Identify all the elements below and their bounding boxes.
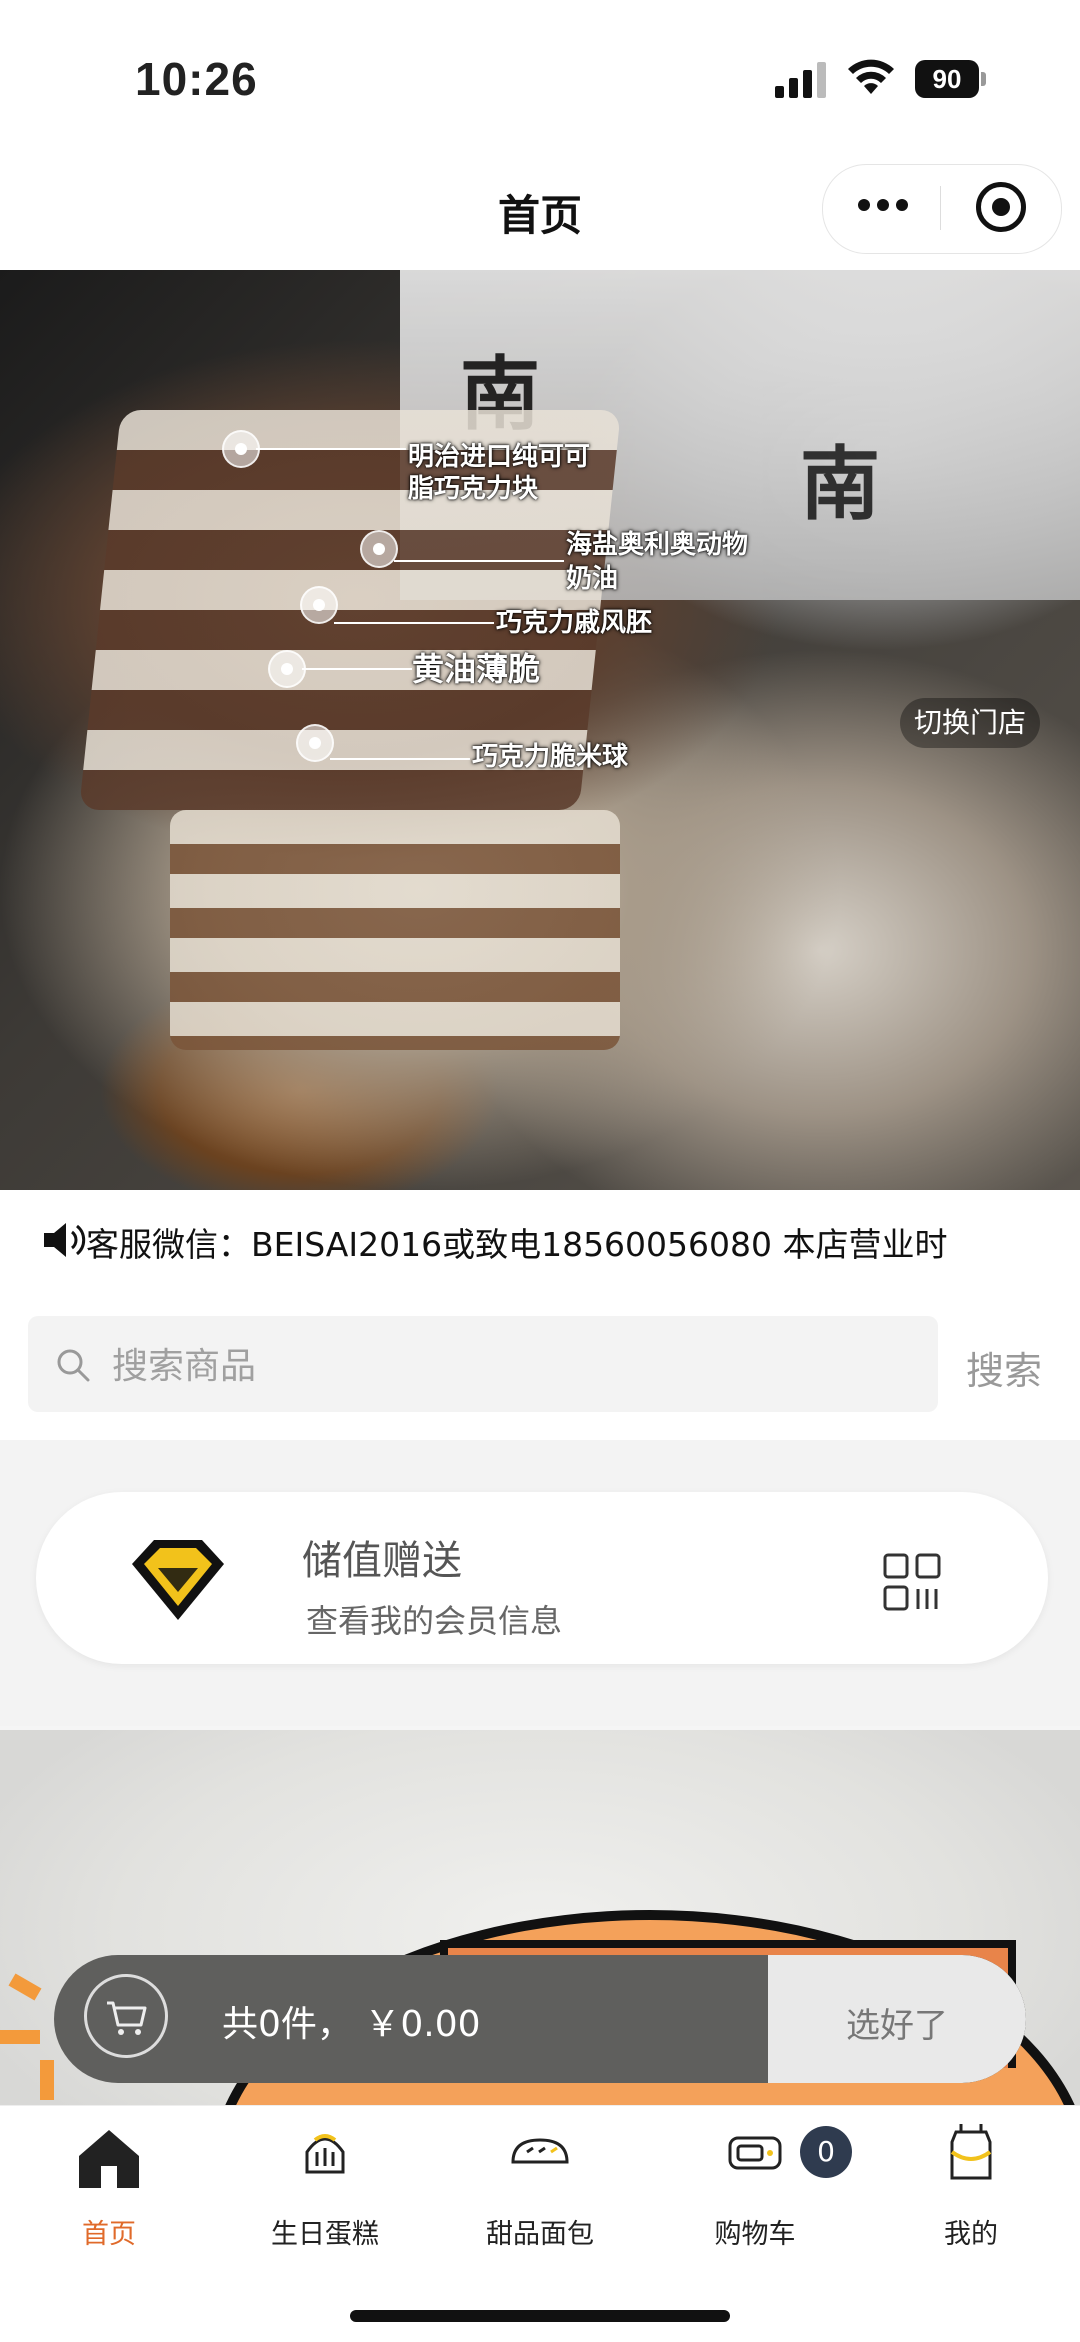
tab-label: 首页	[82, 2219, 136, 2250]
tab-dessert-bread[interactable]: 甜品面包	[455, 2112, 625, 2252]
search-icon	[57, 1349, 90, 1382]
cake-slice-image	[170, 810, 620, 1050]
tab-label: 生日蛋糕	[271, 2219, 379, 2250]
home-icon	[79, 2130, 139, 2188]
profile-icon	[950, 2124, 992, 2180]
tab-birthday-cake[interactable]: 生日蛋糕	[240, 2112, 410, 2252]
banner-label: 黄油薄脆	[412, 650, 541, 688]
search-input[interactable]	[112, 1338, 892, 1394]
tab-label: 我的	[944, 2219, 998, 2250]
home-indicator	[350, 2310, 730, 2322]
banner-label: 海盐奥利奥动物	[566, 530, 749, 560]
checkout-button[interactable]: 选好了	[800, 1998, 994, 2047]
tab-home[interactable]: 首页	[24, 2112, 194, 2252]
cart-icon[interactable]	[84, 1974, 168, 2058]
bread-icon	[511, 2138, 569, 2164]
capsule-divider	[940, 186, 941, 230]
status-time: 10:26	[135, 53, 258, 105]
cart-badge: 0	[800, 2126, 852, 2178]
banner-label: 奶油	[566, 564, 619, 594]
signal-icon	[775, 62, 826, 98]
search-button[interactable]: 搜索	[966, 1340, 1042, 1395]
close-miniprogram-icon[interactable]	[976, 182, 1026, 232]
banner-label: 脂巧克力块	[408, 474, 539, 504]
switch-store-button[interactable]: 切换门店	[900, 698, 1040, 748]
tab-profile[interactable]: 我的	[886, 2112, 1056, 2252]
diamond-icon	[132, 1540, 224, 1620]
member-subtitle: 查看我的会员信息	[306, 1602, 563, 1640]
cart-summary: 共0件， ￥0.00	[222, 2004, 481, 2045]
more-icon[interactable]	[858, 196, 918, 220]
banner-label: 巧克力戚风胚	[496, 608, 653, 638]
member-title: 储值赠送	[302, 1538, 462, 1584]
cake-icon	[305, 2134, 345, 2174]
banner-label: 巧克力脆米球	[472, 742, 629, 772]
tab-label: 购物车	[714, 2219, 796, 2250]
wifi-icon	[848, 59, 894, 94]
tab-label: 甜品面包	[486, 2219, 594, 2250]
battery-level: 90	[915, 60, 979, 98]
battery-icon: 90	[915, 60, 987, 98]
cart-tab-icon	[728, 2136, 782, 2170]
qr-code-icon[interactable]	[882, 1552, 942, 1612]
notice-text: 客服微信：BEISAI2016或致电18560056080 本店营业时	[86, 1225, 948, 1264]
speaker-icon	[44, 1223, 86, 1257]
